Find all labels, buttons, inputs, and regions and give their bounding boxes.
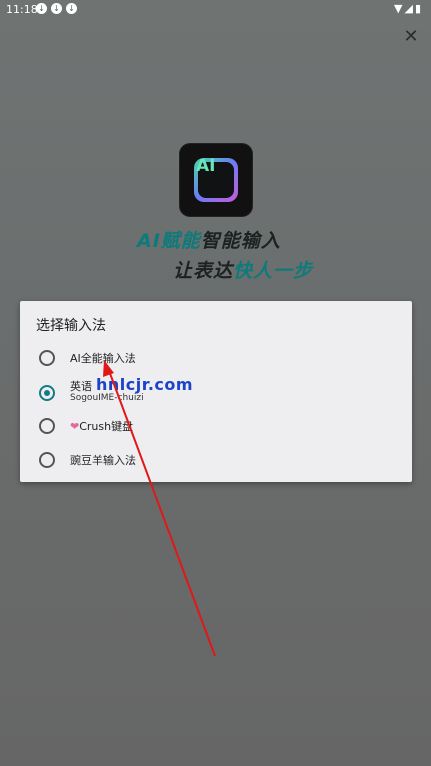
- option-label: AI全能输入法: [70, 352, 136, 365]
- status-bar: 11:18 ↓ ↓ ↓ ▼◢▮: [0, 0, 431, 18]
- tagline-line1-main: 智能输入: [200, 230, 281, 252]
- tagline-line2: 让表达快人一步: [173, 256, 313, 283]
- option-ai-input[interactable]: AI全能输入法: [20, 341, 412, 375]
- option-label: Crush键盘: [79, 420, 134, 433]
- watermark: hnlcjr.com: [96, 375, 194, 394]
- option-label: 英语: [70, 380, 92, 393]
- radio-button-checked[interactable]: [39, 385, 55, 401]
- dialog-title: 选择输入法: [36, 318, 106, 334]
- option-english[interactable]: 英语 SogouIME-chuizi: [20, 374, 412, 408]
- app-logo: AI: [180, 144, 252, 216]
- battery-icon: ▮: [414, 2, 423, 15]
- input-method-dialog: 选择输入法 AI全能输入法 英语 SogouIME-chuizi ❤Crush键…: [20, 301, 412, 482]
- option-label: 豌豆羊输入法: [70, 454, 136, 467]
- tagline-line1-accent: AI赋能: [137, 230, 201, 252]
- download-icon: ↓: [51, 3, 62, 14]
- radio-button[interactable]: [39, 452, 55, 468]
- option-wandouyang[interactable]: 豌豆羊输入法: [20, 443, 412, 477]
- wifi-icon: ▼: [394, 2, 405, 15]
- tagline-line2-main: 让表达: [173, 260, 234, 282]
- status-icons: ▼◢▮: [394, 2, 423, 15]
- option-label-wrap: ❤Crush键盘: [70, 418, 133, 434]
- heart-icon: ❤: [70, 420, 80, 433]
- option-sublabel: SogouIME-chuizi: [70, 393, 144, 403]
- close-icon[interactable]: ✕: [402, 28, 420, 46]
- download-icon: ↓: [66, 3, 77, 14]
- logo-text: AI: [196, 156, 216, 176]
- download-icon: ↓: [36, 3, 47, 14]
- tagline-line1: AI赋能智能输入: [137, 226, 281, 253]
- tagline-line2-accent: 快人一步: [233, 260, 314, 282]
- option-crush-keyboard[interactable]: ❤Crush键盘: [20, 409, 412, 443]
- status-time: 11:18: [6, 3, 38, 16]
- radio-button[interactable]: [39, 418, 55, 434]
- radio-button[interactable]: [39, 350, 55, 366]
- signal-icon: ◢: [404, 2, 415, 15]
